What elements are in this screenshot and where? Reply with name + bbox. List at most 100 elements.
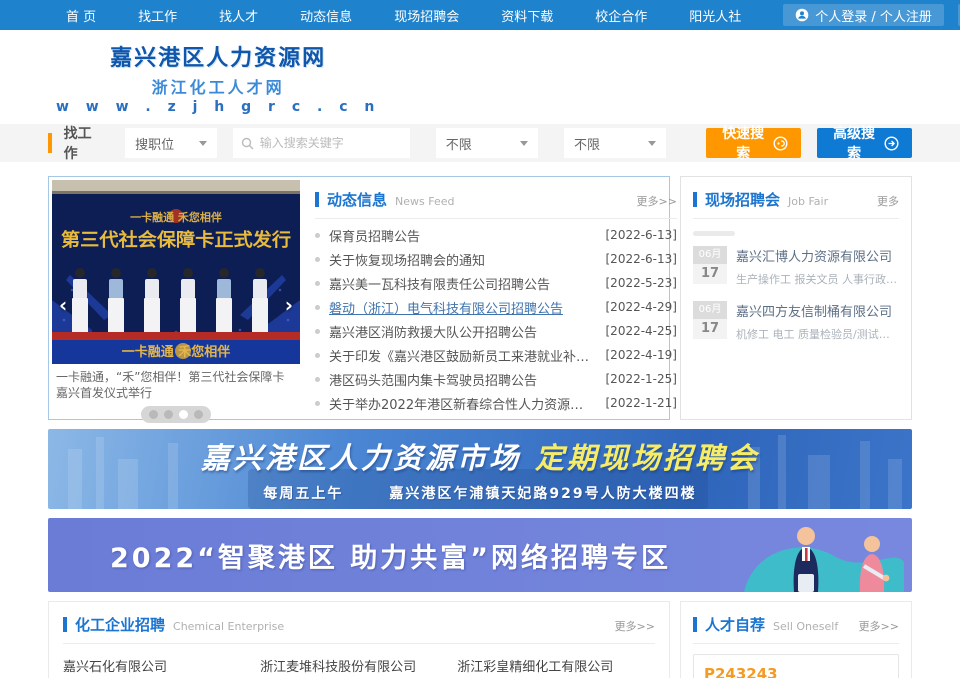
news-feed-subtitle: News Feed bbox=[395, 195, 454, 208]
job-fair-positions: 生产操作工 报关文员 人事行政助理... bbox=[736, 271, 899, 287]
carousel-prev-arrow[interactable]: ‹ bbox=[59, 295, 67, 315]
job-fair-more-link[interactable]: 更多 bbox=[877, 193, 899, 209]
job-fair-item[interactable]: 06月 17 嘉兴四方友信制桶有限公司 机修工 电工 质量检验员/测试员 叉车.… bbox=[693, 301, 899, 342]
banner1-title: 嘉兴港区人力资源市场定期现场招聘会 bbox=[201, 435, 759, 477]
site-logo[interactable]: 嘉兴港区人力资源网 浙江化工人才网 w w w . z j h g r c . … bbox=[56, 40, 380, 115]
slide-bottom-banner-text: 一卡融通 禾您相伴 bbox=[122, 344, 231, 360]
chemical-title: 化工企业招聘 bbox=[75, 614, 165, 635]
carousel-slide-image[interactable]: 一卡融通 禾您相伴 第三代社会保障卡正式发行 一卡融通 禾您相伴 bbox=[52, 180, 300, 364]
news-date: [2022-1-25] bbox=[606, 372, 677, 386]
company-name[interactable]: 浙江彩皇精细化工有限公司 bbox=[457, 656, 654, 675]
news-feed-panel: 动态信息 News Feed 更多>> 保育员招聘公告 [2022-6-13] 关… bbox=[303, 177, 691, 419]
news-feed-title: 动态信息 bbox=[327, 189, 387, 210]
news-link[interactable]: 磐动（浙江）电气科技有限公司招聘公告 bbox=[329, 298, 596, 317]
job-fair-item-info: 嘉兴四方友信制桶有限公司 机修工 电工 质量检验员/测试员 叉车... bbox=[736, 301, 899, 342]
nav-downloads[interactable]: 资料下载 bbox=[501, 6, 553, 25]
talent-id[interactable]: P243243 bbox=[704, 665, 888, 678]
section-accent-bar bbox=[63, 617, 67, 632]
bullet-icon bbox=[315, 353, 320, 358]
carousel-dot-4[interactable] bbox=[194, 410, 203, 419]
job-fair-company[interactable]: 嘉兴汇博人力资源有限公司 bbox=[736, 246, 899, 265]
company-item[interactable]: 浙江彩皇精细化工有限公司 普工（制造科） 营业担当 bbox=[457, 656, 654, 678]
banner1-title-white: 嘉兴港区人力资源市场 bbox=[201, 441, 521, 475]
news-feed-header: 动态信息 News Feed 更多>> bbox=[315, 189, 677, 219]
company-item[interactable]: 浙江麦堆科技股份有限公司 销售专员 会计 土建主管 bbox=[260, 656, 457, 678]
search-accent-bar bbox=[48, 133, 52, 153]
chemical-header: 化工企业招聘 Chemical Enterprise 更多>> bbox=[63, 614, 655, 644]
job-fair-panel: 现场招聘会 Job Fair 更多 06月 17 嘉兴汇博人力资源有限公司 生产… bbox=[680, 176, 912, 420]
carousel-dots bbox=[141, 406, 211, 423]
nav-news[interactable]: 动态信息 bbox=[300, 6, 352, 25]
main-content-row: 一卡融通 禾您相伴 第三代社会保障卡正式发行 一卡融通 禾您相伴 ‹ › 一卡融… bbox=[48, 176, 912, 420]
arrow-right-circle-icon bbox=[884, 136, 899, 151]
job-fair-company[interactable]: 嘉兴四方友信制桶有限公司 bbox=[736, 301, 899, 320]
person-icon bbox=[795, 8, 809, 22]
nav-find-job[interactable]: 找工作 bbox=[138, 6, 177, 25]
filter-select-2[interactable]: 不限 bbox=[564, 128, 666, 158]
carousel-next-arrow[interactable]: › bbox=[285, 295, 293, 315]
search-category-select[interactable]: 搜职位 bbox=[125, 128, 217, 158]
news-date: [2022-6-13] bbox=[606, 228, 677, 242]
personal-login-button[interactable]: 个人登录 / 个人注册 bbox=[783, 4, 944, 26]
filter-select-1[interactable]: 不限 bbox=[436, 128, 538, 158]
quick-search-icon bbox=[773, 136, 788, 151]
chemical-subtitle: Chemical Enterprise bbox=[173, 620, 284, 633]
date-badge-month: 06月 bbox=[693, 246, 727, 264]
talent-panel: 人才自荐 Sell Oneself 更多>> P243243 男 ｜ 嘉兴市>嘉… bbox=[680, 601, 912, 678]
news-more-link[interactable]: 更多>> bbox=[637, 193, 677, 209]
news-item: 磐动（浙江）电气科技有限公司招聘公告[2022-4-29] bbox=[315, 295, 677, 319]
job-fair-banner[interactable]: 嘉兴港区人力资源市场定期现场招聘会 每周五上午嘉兴港区乍浦镇天妃路929号人防大… bbox=[48, 429, 912, 509]
job-fair-title: 现场招聘会 bbox=[705, 189, 780, 210]
news-item: 关于举办2022年港区新春综合性人力资源暨春风...[2022-1-21] bbox=[315, 391, 677, 415]
news-link[interactable]: 关于印发《嘉兴港区鼓励新员工来港就业补助操作... bbox=[329, 346, 596, 365]
chevron-down-icon bbox=[648, 141, 656, 146]
talent-card[interactable]: P243243 男 ｜ 嘉兴市>嘉兴港区 ｜ 八年以上 bbox=[693, 654, 899, 678]
news-link[interactable]: 港区码头范围内集卡驾驶员招聘公告 bbox=[329, 370, 596, 389]
nav-find-talent[interactable]: 找人才 bbox=[219, 6, 258, 25]
job-fair-header: 现场招聘会 Job Fair 更多 bbox=[693, 189, 899, 219]
banner2-people-illustration bbox=[714, 518, 904, 592]
nav-school-cooperation[interactable]: 校企合作 bbox=[595, 6, 647, 25]
news-link[interactable]: 关于举办2022年港区新春综合性人力资源暨春风... bbox=[329, 394, 596, 413]
bottom-row: 化工企业招聘 Chemical Enterprise 更多>> 嘉兴石化有限公司… bbox=[48, 601, 912, 678]
carousel-dot-1[interactable] bbox=[149, 410, 158, 419]
carousel-dot-3[interactable] bbox=[179, 410, 188, 419]
news-item: 关于印发《嘉兴港区鼓励新员工来港就业补助操作... [2022-4-19] bbox=[315, 343, 677, 367]
chevron-down-icon bbox=[199, 141, 207, 146]
slide-small-title: 一卡融通 禾您相伴 bbox=[130, 210, 222, 224]
nav-sunshine-hr[interactable]: 阳光人社 bbox=[689, 6, 741, 25]
site-subname: 浙江化工人才网 bbox=[56, 74, 380, 98]
advanced-search-button[interactable]: 高级搜索 bbox=[817, 128, 912, 158]
news-date: [2022-4-25] bbox=[606, 324, 677, 338]
talent-more-link[interactable]: 更多>> bbox=[859, 618, 899, 634]
search-input[interactable] bbox=[260, 136, 402, 150]
carousel-caption[interactable]: 一卡融通，“禾”您相伴！第三代社会保障卡嘉兴首发仪式举行 bbox=[52, 364, 300, 403]
news-date: [2022-4-19] bbox=[606, 348, 677, 362]
nav-actions: 个人登录 / 个人注册 企业入口 bbox=[783, 4, 960, 26]
advanced-search-label: 高级搜索 bbox=[830, 123, 878, 163]
news-link[interactable]: 关于恢复现场招聘会的通知 bbox=[329, 250, 596, 269]
section-accent-bar bbox=[693, 192, 697, 207]
company-name[interactable]: 浙江麦堆科技股份有限公司 bbox=[260, 656, 457, 675]
section-accent-bar bbox=[315, 192, 319, 207]
banner1-schedule: 每周五上午 bbox=[263, 486, 343, 502]
company-name[interactable]: 嘉兴石化有限公司 bbox=[63, 656, 260, 675]
chemical-more-link[interactable]: 更多>> bbox=[615, 618, 655, 634]
nav-home[interactable]: 首 页 bbox=[66, 6, 96, 25]
news-link[interactable]: 保育员招聘公告 bbox=[329, 226, 596, 245]
news-item: 嘉兴美一瓦科技有限责任公司招聘公告[2022-5-23] bbox=[315, 271, 677, 295]
talent-title: 人才自荐 bbox=[705, 614, 765, 635]
quick-search-button[interactable]: 快速搜索 bbox=[706, 128, 801, 158]
date-badge-day: 17 bbox=[693, 264, 727, 284]
carousel: 一卡融通 禾您相伴 第三代社会保障卡正式发行 一卡融通 禾您相伴 ‹ › 一卡融… bbox=[49, 177, 303, 419]
chevron-down-icon bbox=[520, 141, 528, 146]
nav-job-fair[interactable]: 现场招聘会 bbox=[394, 6, 459, 25]
carousel-dot-2[interactable] bbox=[164, 410, 173, 419]
job-fair-item-info: 嘉兴汇博人力资源有限公司 生产操作工 报关文员 人事行政助理... bbox=[736, 246, 899, 287]
company-item[interactable]: 嘉兴石化有限公司 工艺员 设备管理 警卫（残疾工） bbox=[63, 656, 260, 678]
news-link[interactable]: 嘉兴港区消防救援大队公开招聘公告 bbox=[329, 322, 596, 341]
news-link[interactable]: 嘉兴美一瓦科技有限责任公司招聘公告 bbox=[329, 274, 596, 293]
job-fair-item[interactable]: 06月 17 嘉兴汇博人力资源有限公司 生产操作工 报关文员 人事行政助理... bbox=[693, 246, 899, 287]
online-recruitment-banner[interactable]: 2022“智聚港区 助力共富”网络招聘专区 bbox=[48, 518, 912, 592]
news-carousel-box: 一卡融通 禾您相伴 第三代社会保障卡正式发行 一卡融通 禾您相伴 ‹ › 一卡融… bbox=[48, 176, 670, 420]
